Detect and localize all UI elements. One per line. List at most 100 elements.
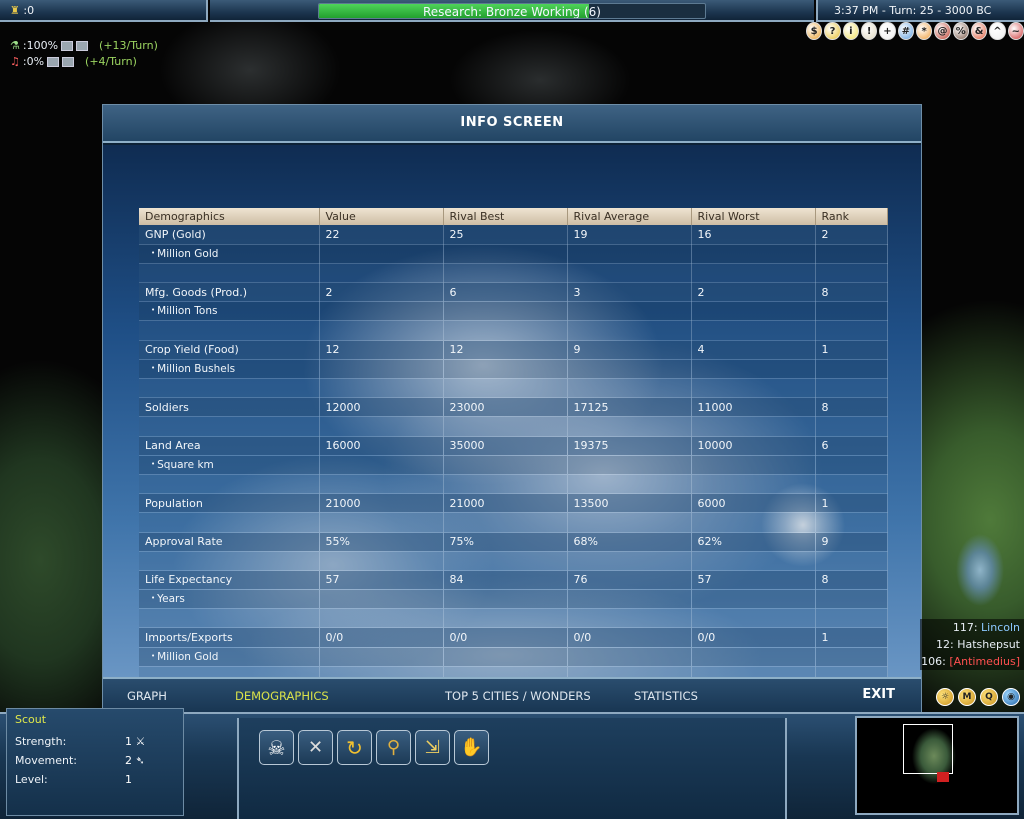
explore-button[interactable]: ⚲ [376, 730, 411, 765]
empty-cell [319, 359, 444, 380]
empty-cell [815, 416, 888, 437]
row-value: 9 [567, 340, 692, 360]
table-row: Crop Yield (Food) 12 12 9 4 1 [139, 340, 888, 360]
row-value: 16000 [319, 436, 444, 456]
empty-cell [443, 647, 568, 667]
table-row [139, 474, 888, 495]
empty-cell [691, 263, 816, 284]
column-header[interactable]: Rival Best [443, 208, 568, 225]
table-row: • Square km [139, 455, 888, 475]
culture-icon: ♫ [10, 55, 20, 68]
leader-entry[interactable]: 12: Hatshepsut [920, 636, 1024, 653]
sky-background: Demographics Value Rival Best Rival Average… [103, 145, 921, 679]
advisor-button[interactable]: @ [934, 22, 951, 40]
row-unit-label: • Million Bushels [139, 359, 320, 380]
empty-cell [443, 416, 568, 437]
rate-percent: :0% [22, 55, 45, 68]
row-value: 19 [567, 225, 692, 245]
trade-button[interactable]: ✋ [454, 730, 489, 765]
empty-cell [319, 647, 444, 667]
globe-view-icon[interactable]: ◉ [1002, 688, 1020, 706]
minimap[interactable] [855, 716, 1019, 815]
row-unit-label: • Million Tons [139, 301, 320, 322]
row-value: 75% [443, 532, 568, 552]
rate-decrease-button[interactable] [62, 57, 75, 67]
table-body: GNP (Gold) 22 25 19 16 2 • Million Gold Mfg. Goo… [139, 225, 888, 679]
exit-button[interactable]: EXIT [862, 687, 895, 702]
row-unit-label: • Million Gold [139, 244, 320, 264]
empty-cell [567, 647, 692, 667]
table-row: • Years [139, 589, 888, 610]
advisor-button[interactable]: + [879, 22, 896, 40]
empty-cell [443, 263, 568, 284]
row-value: 57 [691, 570, 816, 591]
leader-entry[interactable]: 117: Lincoln [920, 619, 1024, 636]
minimap-controls: ☼ M Q ◉ [920, 688, 1024, 712]
advisor-button[interactable]: $ [806, 22, 823, 40]
advisor-button[interactable]: # [897, 22, 914, 40]
empty-cell [443, 474, 568, 495]
sentry-button[interactable]: ↻ [337, 730, 372, 765]
level-label: Level: [15, 773, 48, 786]
bullet-icon: • [151, 248, 156, 257]
empty-cell [815, 647, 888, 667]
row-label: Life Expectancy [139, 570, 320, 591]
fortify-button[interactable]: ✕ [298, 730, 333, 765]
tab-statistics[interactable]: STATISTICS [634, 689, 698, 703]
rate-decrease-button[interactable] [76, 41, 89, 51]
tab-demographics[interactable]: DEMOGRAPHICS [235, 689, 329, 703]
rate-increase-button[interactable] [61, 41, 74, 51]
column-header[interactable]: Rival Worst [691, 208, 816, 225]
score-toggle-icon[interactable]: ☼ [936, 688, 954, 706]
leader-entry[interactable]: 106: [Antimedius] [920, 653, 1024, 670]
grid-toggle-icon[interactable]: Q [980, 688, 998, 706]
automate-button[interactable]: ⇲ [415, 730, 450, 765]
table-row [139, 320, 888, 341]
advisor-button[interactable]: ^ [989, 22, 1006, 40]
column-header[interactable]: Demographics [139, 208, 320, 225]
science-flask-icon: ⚗ [10, 39, 20, 52]
tab-graph[interactable]: GRAPH [127, 689, 167, 703]
advisor-button[interactable]: ? [824, 22, 841, 40]
empty-cell [567, 416, 692, 437]
row-value: 12 [319, 340, 444, 360]
row-unit-label: • Million Gold [139, 647, 320, 667]
empty-cell [815, 551, 888, 571]
tab-top-5-cities-wonders[interactable]: TOP 5 CITIES / WONDERS [445, 689, 591, 703]
row-value: 10000 [691, 436, 816, 456]
row-value: 12 [443, 340, 568, 360]
empty-cell [691, 589, 816, 610]
row-value: 4 [691, 340, 816, 360]
top-right-bar: 3:37 PM - Turn: 25 - 3000 BC [816, 0, 1024, 22]
empty-cell [319, 320, 444, 341]
advisor-button[interactable]: % [952, 22, 969, 40]
strength-icon: ⚔ [135, 735, 146, 748]
leader-name: [Antimedius] [949, 655, 1020, 668]
empty-cell [139, 474, 320, 495]
military-view-icon[interactable]: M [958, 688, 976, 706]
row-value: 0/0 [567, 627, 692, 648]
empty-cell [139, 263, 320, 284]
row-value: 3 [567, 282, 692, 303]
advisor-button[interactable]: i [842, 22, 859, 40]
leader-score-list: 117: Lincoln 12: Hatshepsut 106: [Antimedi… [920, 619, 1024, 670]
bullet-icon: • [151, 594, 156, 603]
advisor-button[interactable]: * [915, 22, 933, 40]
empty-cell [319, 608, 444, 629]
research-progress-bar[interactable]: Research: Bronze Working (6) [318, 3, 706, 19]
rate-increase-button[interactable] [47, 57, 60, 67]
unit-text: Million Tons [157, 305, 218, 318]
empty-cell [139, 416, 320, 437]
empty-cell [139, 551, 320, 571]
advisor-button[interactable]: & [970, 22, 988, 40]
advisor-button[interactable]: ~ [1007, 22, 1024, 40]
column-header[interactable]: Rank [815, 208, 888, 225]
advisor-button[interactable]: ! [860, 22, 878, 40]
disband-button[interactable]: ☠ [259, 730, 294, 765]
row-value: 19375 [567, 436, 692, 456]
column-header[interactable]: Value [319, 208, 444, 225]
leader-score: 12: [936, 638, 954, 651]
minimap-viewport[interactable] [903, 724, 953, 774]
empty-cell [815, 263, 888, 284]
column-header[interactable]: Rival Average [567, 208, 692, 225]
